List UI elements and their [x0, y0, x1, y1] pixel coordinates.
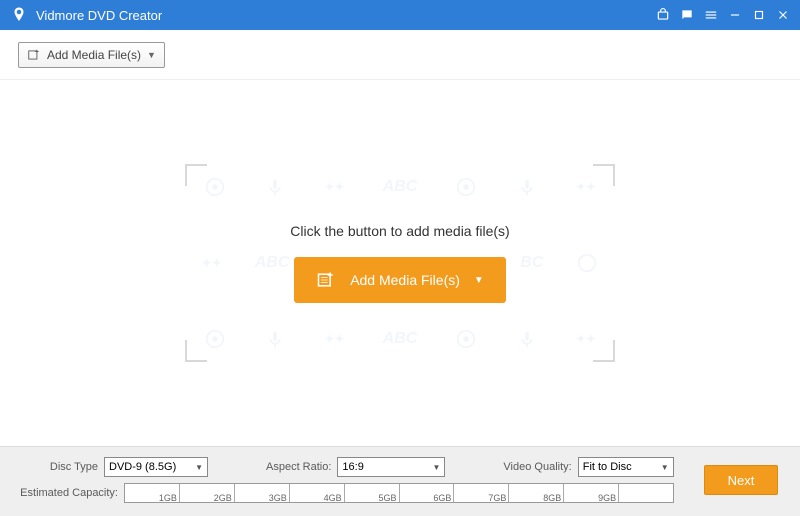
add-media-label-small: Add Media File(s) [47, 48, 141, 62]
tick-label: 5GB [379, 493, 397, 503]
add-media-icon [27, 48, 41, 62]
capacity-row: Estimated Capacity: 1GB 2GB 3GB 4GB 5GB … [18, 483, 782, 503]
tick-label: 7GB [488, 493, 506, 503]
chevron-down-icon: ▼ [195, 463, 203, 472]
aspect-ratio-select[interactable]: 16:9 ▼ [337, 457, 445, 477]
toolbar: Add Media File(s) ▼ [0, 30, 800, 80]
corner-decoration [593, 340, 615, 362]
tick-label: 6GB [433, 493, 451, 503]
video-quality-value: Fit to Disc [583, 461, 632, 473]
corner-decoration [185, 340, 207, 362]
titlebar: Vidmore DVD Creator [0, 0, 800, 30]
chevron-down-icon: ▼ [147, 50, 156, 60]
tick-label: 8GB [543, 493, 561, 503]
video-quality-label: Video Quality: [503, 461, 571, 473]
disc-type-label: Disc Type [18, 461, 98, 473]
bottom-panel: Disc Type DVD-9 (8.5G) ▼ Aspect Ratio: 1… [0, 446, 800, 516]
purchase-icon[interactable] [656, 8, 670, 22]
corner-decoration [185, 164, 207, 186]
next-label: Next [728, 473, 755, 488]
tick-label: 2GB [214, 493, 232, 503]
feedback-icon[interactable] [680, 8, 694, 22]
chevron-down-icon: ▼ [433, 463, 441, 472]
disc-type-select[interactable]: DVD-9 (8.5G) ▼ [104, 457, 208, 477]
window-controls [656, 8, 790, 22]
capacity-gauge: 1GB 2GB 3GB 4GB 5GB 6GB 7GB 8GB 9GB [124, 483, 674, 503]
tick-label: 1GB [159, 493, 177, 503]
maximize-icon[interactable] [752, 8, 766, 22]
tick-label: 3GB [269, 493, 287, 503]
tick-label: 4GB [324, 493, 342, 503]
app-logo-icon [10, 6, 28, 24]
add-media-icon [316, 270, 336, 290]
disc-type-value: DVD-9 (8.5G) [109, 461, 176, 473]
estimated-capacity-label: Estimated Capacity: [18, 487, 118, 499]
chevron-down-icon: ▼ [661, 463, 669, 472]
corner-decoration [593, 164, 615, 186]
tick-label: 9GB [598, 493, 616, 503]
aspect-ratio-label: Aspect Ratio: [266, 461, 331, 473]
drop-area[interactable]: ✦✦ ABC ✦✦ ✦✦ ABC spacer spacer spacer sp… [185, 164, 615, 362]
settings-row: Disc Type DVD-9 (8.5G) ▼ Aspect Ratio: 1… [18, 457, 782, 477]
chevron-down-icon: ▼ [474, 275, 484, 286]
main-content: ✦✦ ABC ✦✦ ✦✦ ABC spacer spacer spacer sp… [0, 80, 800, 446]
add-media-button-small[interactable]: Add Media File(s) ▼ [18, 42, 165, 68]
aspect-ratio-value: 16:9 [342, 461, 363, 473]
close-icon[interactable] [776, 8, 790, 22]
add-media-label-primary: Add Media File(s) [350, 272, 460, 288]
app-title: Vidmore DVD Creator [36, 8, 656, 23]
video-quality-select[interactable]: Fit to Disc ▼ [578, 457, 674, 477]
add-media-button-primary[interactable]: Add Media File(s) ▼ [294, 257, 506, 303]
next-button[interactable]: Next [704, 465, 778, 495]
minimize-icon[interactable] [728, 8, 742, 22]
menu-icon[interactable] [704, 8, 718, 22]
drop-message: Click the button to add media file(s) [290, 223, 509, 239]
